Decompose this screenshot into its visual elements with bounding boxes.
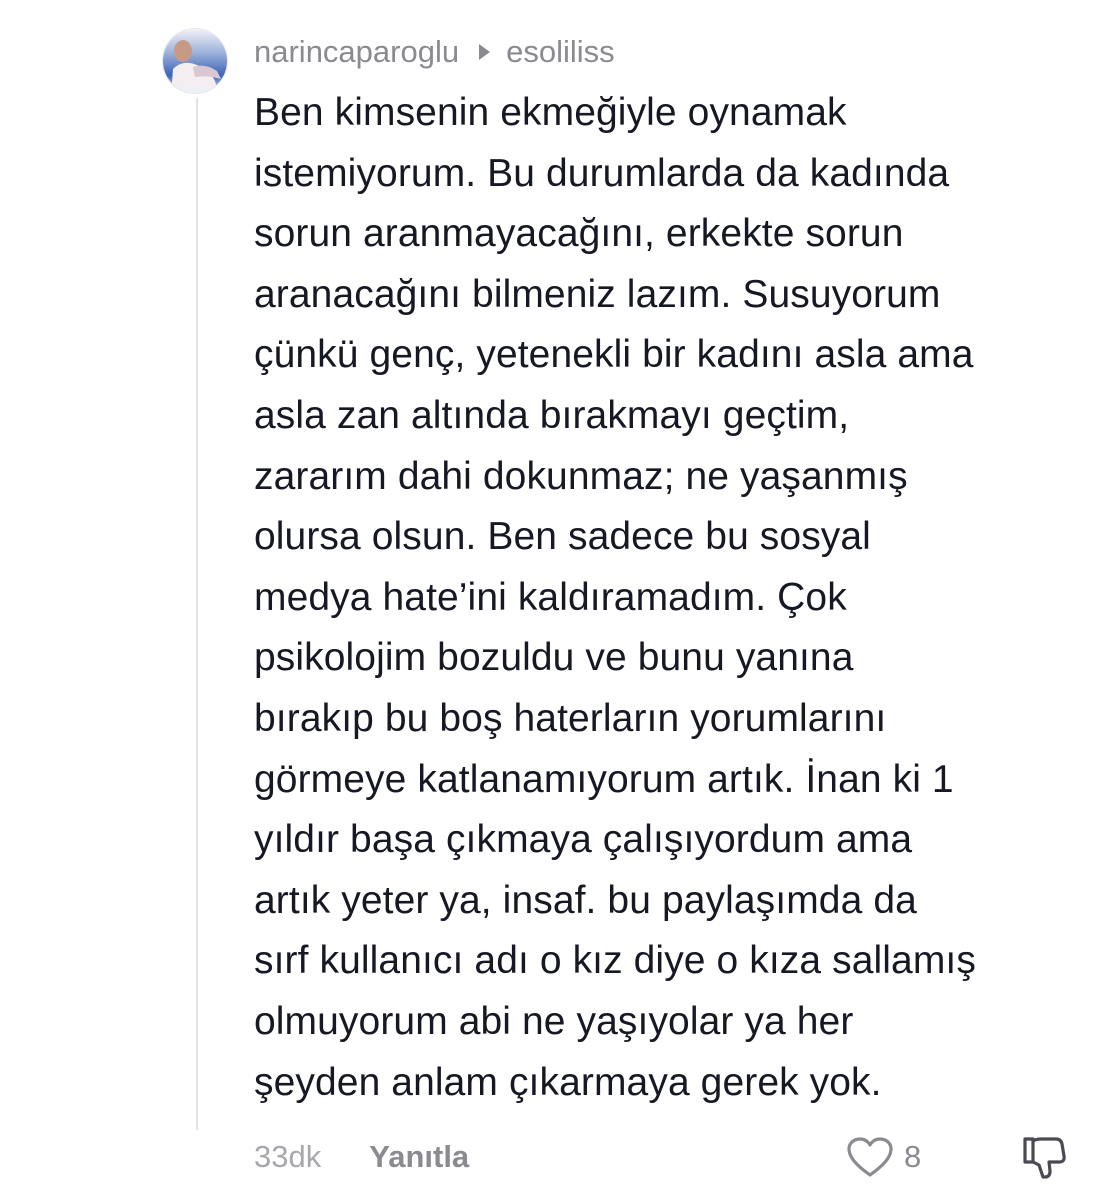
comment-item: narincaparoglu esoliliss Ben kimsenin ek… xyxy=(0,0,1118,1200)
avatar[interactable] xyxy=(162,28,228,94)
dislike-button[interactable] xyxy=(1020,1135,1068,1186)
thread-line xyxy=(196,98,198,1130)
thumbs-down-icon xyxy=(1023,1137,1066,1179)
comment-footer: 33dk Yanıtla 8 xyxy=(254,1134,1084,1180)
like-count: 8 xyxy=(904,1139,922,1174)
comment-time: 33dk xyxy=(254,1139,322,1174)
comment-text: Ben kimsenin ekmeğiyle oynamak istemiyor… xyxy=(254,91,976,1104)
username[interactable]: narincaparoglu xyxy=(254,34,459,70)
reply-button[interactable]: Yanıtla xyxy=(369,1139,469,1175)
caret-right-icon xyxy=(479,44,491,60)
avatar-image xyxy=(163,29,227,93)
like-button[interactable]: 8 xyxy=(846,1134,921,1180)
heart-outline-icon xyxy=(847,1137,893,1177)
comment-header: narincaparoglu esoliliss xyxy=(254,32,615,72)
reply-to-username[interactable]: esoliliss xyxy=(506,34,615,70)
